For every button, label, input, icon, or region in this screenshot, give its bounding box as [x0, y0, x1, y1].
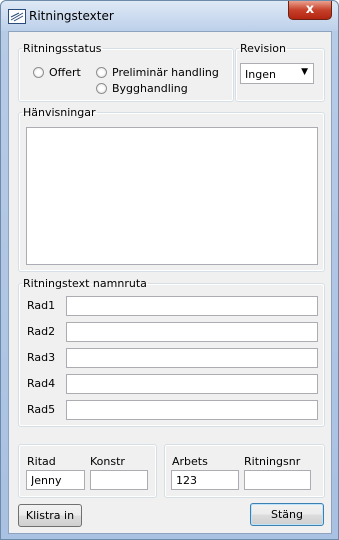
- drawn-by-label: Ritad: [27, 455, 56, 468]
- paste-button[interactable]: Klistra in: [18, 504, 82, 527]
- row1-label: Rad1: [27, 299, 56, 312]
- status-preliminary-radio[interactable]: Preliminär handling: [96, 66, 219, 79]
- status-offer-label: Offert: [49, 66, 81, 79]
- drawing-icon: [8, 9, 26, 24]
- close-window-button[interactable]: x: [288, 1, 332, 20]
- job-number-label: Arbets: [172, 455, 208, 468]
- status-construction-label: Bygghandling: [112, 82, 188, 95]
- title-bar[interactable]: Ritningstexter x: [1, 1, 338, 31]
- revision-dropdown[interactable]: Ingen ▼: [240, 63, 314, 84]
- row3-label: Rad3: [27, 351, 56, 364]
- row5-label: Rad5: [27, 403, 56, 416]
- row5-input[interactable]: [66, 400, 318, 420]
- drawing-number-input[interactable]: [244, 470, 311, 490]
- radio-circle-icon: [96, 67, 107, 78]
- row2-label: Rad2: [27, 325, 56, 338]
- designer-input[interactable]: [90, 470, 148, 490]
- window-title: Ritningstexter: [29, 9, 114, 23]
- row2-input[interactable]: [66, 322, 318, 342]
- revision-legend: Revision: [240, 42, 286, 55]
- designer-label: Konstr: [90, 455, 125, 468]
- radio-circle-icon: [33, 67, 44, 78]
- dialog-window: Ritningstexter x Ritningsstatus Offert P…: [0, 0, 339, 540]
- dropdown-arrow-icon: ▼: [301, 67, 308, 77]
- close-button[interactable]: Stäng: [250, 503, 324, 526]
- status-construction-radio[interactable]: Bygghandling: [96, 82, 188, 95]
- references-legend: Hänvisningar: [23, 106, 96, 119]
- references-textarea[interactable]: [26, 127, 318, 265]
- title-block-legend: Ritningstext namnruta: [23, 277, 147, 290]
- drawing-status-legend: Ritningsstatus: [23, 42, 102, 55]
- revision-selected-value: Ingen: [245, 68, 276, 81]
- dialog-client-area: Ritningsstatus Offert Preliminär handlin…: [8, 31, 332, 534]
- drawn-by-input[interactable]: [26, 470, 85, 490]
- status-offer-radio[interactable]: Offert: [33, 66, 81, 79]
- status-preliminary-label: Preliminär handling: [112, 66, 219, 79]
- row3-input[interactable]: [66, 348, 318, 368]
- radio-circle-icon: [96, 83, 107, 94]
- row1-input[interactable]: [66, 296, 318, 316]
- row4-input[interactable]: [66, 374, 318, 394]
- drawing-number-label: Ritningsnr: [244, 455, 301, 468]
- job-number-input[interactable]: [171, 470, 239, 490]
- row4-label: Rad4: [27, 377, 56, 390]
